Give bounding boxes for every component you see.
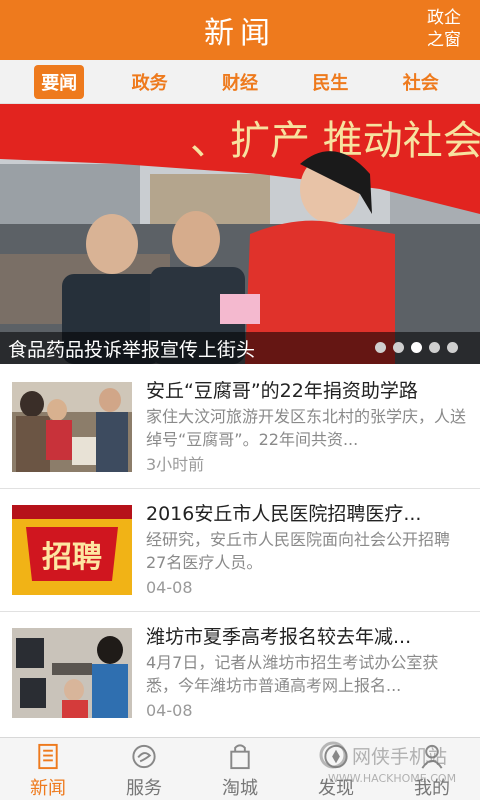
carousel-dot-active[interactable] [411,342,422,353]
bottom-nav: 新闻 服务 淘城 发现 我的 [0,737,480,800]
gov-link-line2: 之窗 [427,30,461,50]
shopping-bag-icon [230,744,250,770]
news-title: 安丘“豆腐哥”的22年捐资助学路 [146,380,418,402]
news-item[interactable]: 招聘 2016安丘市人民医院招聘医疗... 经研究，安丘市人民医院面向社会公开招… [0,489,480,612]
app-header: 新闻 政企 之窗 [0,0,480,60]
nav-label: 淘城 [222,778,258,799]
news-item[interactable]: 安丘“豆腐哥”的22年捐资助学路 家住大汶河旅游开发区东北村的张学庆，人送绰号“… [0,366,480,489]
tab-society[interactable]: 社会 [396,65,446,99]
tab-government[interactable]: 政务 [125,65,175,99]
category-tabs: 要闻 政务 财经 民生 社会 [0,60,480,104]
banner-caption: 食品药品投诉举报宣传上街头 [8,338,256,361]
news-thumbnail [12,628,132,718]
gov-link-line1: 政企 [427,8,461,28]
nav-label: 我的 [414,778,450,799]
news-summary: 经研究，安丘市人民医院面向社会公开招聘27名医疗人员。 [146,530,451,572]
banner-carousel[interactable]: 、扩产 推动社会共治 食品药品投诉举报宣传上街头 [0,104,480,364]
news-summary: 家住大汶河旅游开发区东北村的张学庆，人送绰号“豆腐哥”。22年间共资... [146,407,467,449]
news-item[interactable]: 潍坊市夏季高考报名较去年减... 4月7日，记者从潍坊市招生考试办公室获悉，今年… [0,612,480,735]
news-thumbnail [12,382,132,472]
carousel-dot[interactable] [393,342,404,353]
news-list: 安丘“豆腐哥”的22年捐资助学路 家住大汶河旅游开发区东北村的张学庆，人送绰号“… [0,366,480,735]
discover-icon [324,744,348,769]
tab-livelihood[interactable]: 民生 [305,65,355,99]
carousel-indicator [375,342,458,353]
nav-service[interactable]: 服务 [96,738,192,800]
tab-headlines[interactable]: 要闻 [34,64,85,99]
news-title: 潍坊市夏季高考报名较去年减... [146,626,412,648]
tab-finance[interactable]: 财经 [215,65,265,99]
nav-label: 新闻 [30,778,66,799]
recruit-thumb-text: 招聘 [42,540,102,575]
banner-photo: 、扩产 推动社会共治 [0,104,480,364]
nav-news[interactable]: 新闻 [0,738,96,800]
news-timestamp: 04-08 [146,578,193,597]
nav-discover[interactable]: 发现 [288,738,384,800]
nav-label: 服务 [126,778,162,799]
news-timestamp: 04-08 [146,701,193,720]
gov-enterprise-window-link[interactable]: 政企 之窗 [422,7,466,51]
news-thumbnail: 招聘 [12,505,132,595]
profile-icon [421,744,443,769]
news-timestamp: 3小时前 [146,455,205,474]
service-icon [132,744,156,769]
news-title: 2016安丘市人民医院招聘医疗... [146,503,422,525]
carousel-dot[interactable] [429,342,440,353]
news-icon [38,743,58,770]
carousel-dot[interactable] [375,342,386,353]
nav-profile[interactable]: 我的 [384,738,480,800]
news-summary: 4月7日，记者从潍坊市招生考试办公室获悉，今年潍坊市普通高考网上报名... [146,653,439,695]
nav-shopping[interactable]: 淘城 [192,738,288,800]
carousel-dot[interactable] [447,342,458,353]
nav-label: 发现 [318,778,354,799]
page-title: 新闻 [204,16,276,51]
